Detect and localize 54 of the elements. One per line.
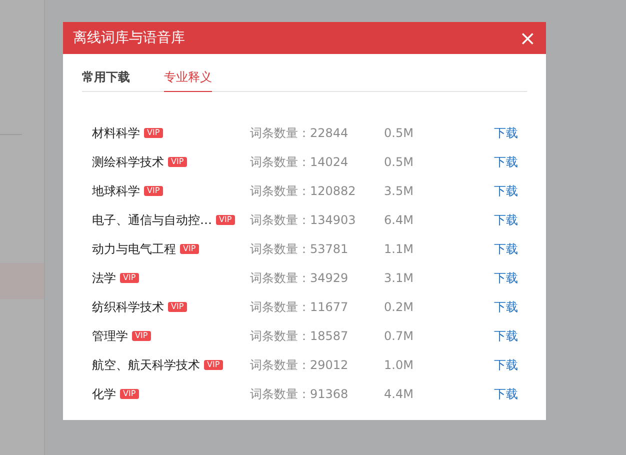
close-button[interactable]: × bbox=[519, 28, 536, 48]
entry-count: 词条数量：14024 bbox=[250, 154, 350, 170]
file-size: 3.1M bbox=[384, 270, 414, 286]
download-link[interactable]: 下载 bbox=[494, 210, 518, 228]
file-size: 0.5M bbox=[384, 124, 414, 142]
entry-count: 词条数量：11677 bbox=[250, 298, 350, 316]
file-size: 0.2M bbox=[384, 298, 414, 316]
download-link[interactable]: 下载 bbox=[494, 152, 518, 170]
file-size: 1.1M bbox=[384, 240, 414, 258]
vip-badge: VIP bbox=[180, 244, 199, 254]
dictionary-name: 测绘科学技术 bbox=[92, 154, 164, 170]
download-link[interactable]: 下载 bbox=[494, 124, 518, 142]
dictionary-name: 化学 bbox=[92, 386, 116, 402]
download-link[interactable]: 下载 bbox=[494, 356, 518, 374]
file-size: 0.7M bbox=[384, 328, 414, 344]
entry-count: 词条数量：53781 bbox=[250, 240, 350, 258]
vip-badge: VIP bbox=[204, 360, 223, 370]
entry-count: 词条数量：18587 bbox=[250, 328, 350, 344]
entry-count: 词条数量：22844 bbox=[250, 124, 350, 142]
file-size: 6.4M bbox=[384, 212, 414, 228]
tab[interactable]: 专业释义 bbox=[164, 68, 212, 92]
vip-badge: VIP bbox=[144, 128, 163, 138]
vip-badge: VIP bbox=[120, 388, 139, 398]
file-size: 0.5M bbox=[384, 154, 414, 170]
entry-count: 词条数量：120882 bbox=[250, 182, 357, 200]
entry-count: 词条数量：34929 bbox=[250, 270, 350, 286]
dictionary-name: 纺织科学技术 bbox=[92, 298, 164, 316]
dictionary-name: 航空、航天科学技术 bbox=[92, 356, 200, 374]
download-link[interactable]: 下载 bbox=[494, 268, 518, 286]
dictionary-name: 材料科学 bbox=[92, 124, 140, 142]
vip-badge: VIP bbox=[216, 214, 235, 224]
vip-badge: VIP bbox=[168, 156, 187, 166]
file-size: 3.5M bbox=[384, 182, 414, 200]
entry-count: 词条数量：91368 bbox=[250, 386, 350, 402]
vip-badge: VIP bbox=[120, 272, 139, 282]
entry-count: 词条数量：134903 bbox=[250, 212, 357, 228]
vip-badge: VIP bbox=[144, 186, 163, 196]
dictionary-name: 法学 bbox=[92, 270, 116, 286]
vip-badge: VIP bbox=[132, 330, 151, 340]
dictionary-name: 电子、通信与自动控… bbox=[92, 212, 212, 228]
download-link[interactable]: 下载 bbox=[494, 182, 518, 200]
vip-badge: VIP bbox=[168, 302, 187, 312]
entry-count: 词条数量：29012 bbox=[250, 356, 350, 374]
download-link[interactable]: 下载 bbox=[494, 384, 518, 402]
dialog-title: 离线词库与语音库 bbox=[73, 28, 185, 48]
file-size: 4.4M bbox=[384, 386, 414, 402]
download-link[interactable]: 下载 bbox=[494, 240, 518, 258]
dictionary-name: 地球科学 bbox=[92, 182, 140, 200]
dictionary-name: 动力与电气工程 bbox=[92, 240, 176, 258]
file-size: 1.0M bbox=[384, 356, 414, 374]
tab[interactable]: 常用下载 bbox=[82, 68, 130, 92]
download-link[interactable]: 下载 bbox=[494, 326, 518, 344]
dictionary-name: 管理学 bbox=[92, 328, 128, 344]
download-link[interactable]: 下载 bbox=[494, 298, 518, 316]
